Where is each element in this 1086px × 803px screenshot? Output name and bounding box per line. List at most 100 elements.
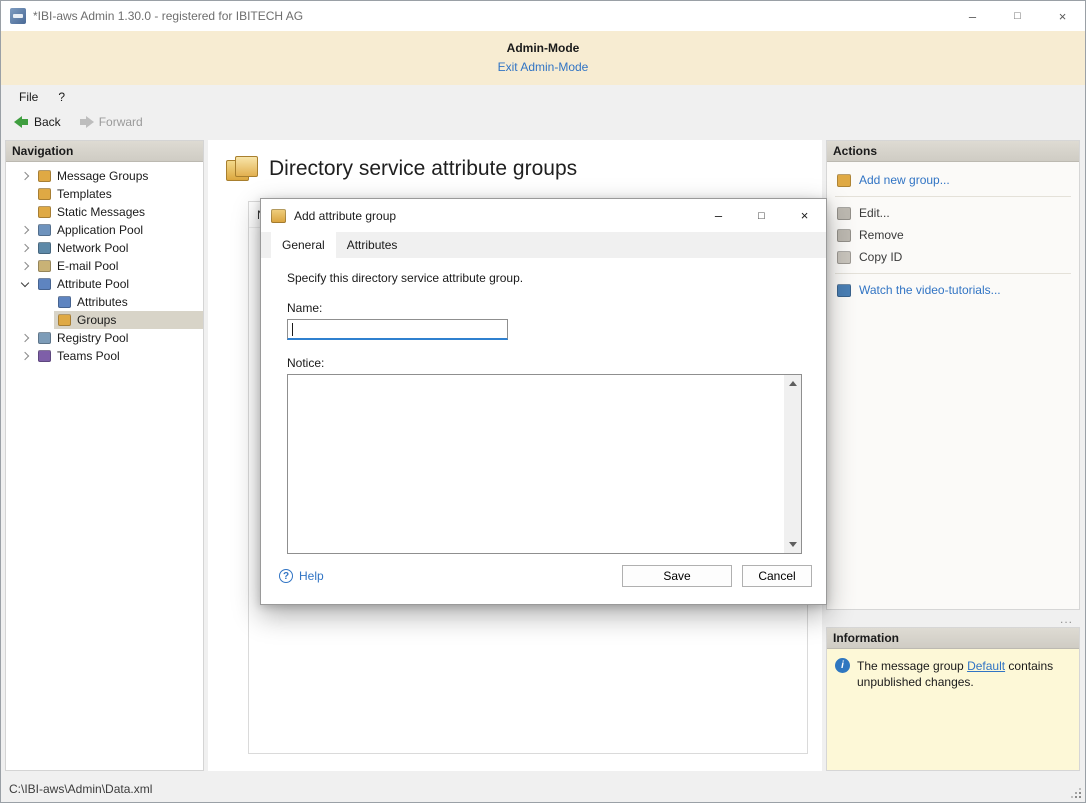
chevron-icon[interactable] xyxy=(16,329,34,347)
page-heading: Directory service attribute groups xyxy=(208,140,822,181)
information-panel: Information The message group Default co… xyxy=(826,627,1080,771)
title-bar: *IBI-aws Admin 1.30.0 - registered for I… xyxy=(1,1,1085,31)
nav-item-teams-pool[interactable]: Teams Pool xyxy=(6,347,203,365)
info-icon xyxy=(835,658,850,673)
attribute-groups-icon xyxy=(226,156,258,181)
add-group-icon xyxy=(837,174,851,187)
video-tutorials-icon xyxy=(837,284,851,297)
remove-icon xyxy=(837,229,851,242)
dialog-tabs: General Attributes xyxy=(261,232,826,258)
right-column: Actions Add new group... Edit... Remove … xyxy=(826,140,1080,771)
back-button[interactable]: Back xyxy=(14,115,61,129)
back-label: Back xyxy=(34,115,61,129)
window-title: *IBI-aws Admin 1.30.0 - registered for I… xyxy=(33,9,303,23)
minimize-button[interactable]: – xyxy=(950,1,995,31)
action-remove[interactable]: Remove xyxy=(827,224,1079,246)
application-pool-icon xyxy=(38,224,51,236)
network-pool-icon xyxy=(38,242,51,254)
nav-item-attribute-pool[interactable]: Attribute Pool xyxy=(6,275,203,293)
chevron-icon[interactable] xyxy=(16,347,34,365)
action-watch-the-video-tutorials[interactable]: Watch the video-tutorials... xyxy=(827,279,1079,301)
tree-item-label: Network Pool xyxy=(57,241,128,255)
info-text-before: The message group xyxy=(857,659,967,673)
navigation-tree: Message Groups Templates Static Messages… xyxy=(6,162,203,770)
close-button[interactable]: × xyxy=(1040,1,1085,31)
nav-item-e-mail-pool[interactable]: E-mail Pool xyxy=(6,257,203,275)
actions-panel: Actions Add new group... Edit... Remove … xyxy=(826,140,1080,610)
exit-admin-mode-link[interactable]: Exit Admin-Mode xyxy=(498,60,589,74)
app-window: *IBI-aws Admin 1.30.0 - registered for I… xyxy=(0,0,1086,803)
chevron-icon[interactable] xyxy=(16,239,34,257)
menu-help[interactable]: ? xyxy=(48,87,75,107)
nav-item-network-pool[interactable]: Network Pool xyxy=(6,239,203,257)
dialog-body: Specify this directory service attribute… xyxy=(261,258,826,556)
attribute-pool-icon xyxy=(38,278,51,290)
dialog-footer: Help Save Cancel xyxy=(261,556,826,604)
dialog-minimize-button[interactable]: – xyxy=(697,199,740,232)
chevron-icon[interactable] xyxy=(16,257,34,275)
admin-mode-banner: Admin-Mode Exit Admin-Mode xyxy=(1,31,1085,85)
nav-item-registry-pool[interactable]: Registry Pool xyxy=(6,329,203,347)
text-caret xyxy=(292,323,293,336)
scroll-up-icon[interactable] xyxy=(789,381,797,386)
information-body: The message group Default contains unpub… xyxy=(827,649,1079,770)
chevron-icon[interactable] xyxy=(16,221,34,239)
nav-item-message-groups[interactable]: Message Groups xyxy=(6,167,203,185)
notice-input-field[interactable] xyxy=(288,375,784,553)
tree-item-label: Attribute Pool xyxy=(57,277,129,291)
nav-item-application-pool[interactable]: Application Pool xyxy=(6,221,203,239)
menu-file[interactable]: File xyxy=(9,87,48,107)
cancel-button[interactable]: Cancel xyxy=(742,565,812,587)
tree-item-label: Message Groups xyxy=(57,169,148,183)
dialog-maximize-button[interactable]: □ xyxy=(740,199,783,232)
panel-splitter[interactable]: ... xyxy=(826,610,1080,627)
name-label: Name: xyxy=(287,301,800,315)
nav-item-templates[interactable]: Templates xyxy=(6,185,203,203)
action-copy-id[interactable]: Copy ID xyxy=(827,246,1079,268)
actions-separator xyxy=(835,196,1071,197)
tab-general[interactable]: General xyxy=(271,232,336,258)
action-item-label: Add new group... xyxy=(859,173,950,187)
save-button[interactable]: Save xyxy=(622,565,732,587)
scroll-down-icon[interactable] xyxy=(789,542,797,547)
action-add-new-group[interactable]: Add new group... xyxy=(827,169,1079,191)
notice-input[interactable] xyxy=(287,374,802,554)
chevron-icon[interactable] xyxy=(16,275,34,293)
maximize-button[interactable]: □ xyxy=(995,1,1040,31)
notice-label: Notice: xyxy=(287,356,800,370)
email-pool-icon xyxy=(38,260,51,272)
static-messages-icon xyxy=(38,206,51,218)
groups-icon xyxy=(58,314,71,326)
navigation-panel: Navigation Message Groups Templates Stat… xyxy=(5,140,204,771)
dialog-description: Specify this directory service attribute… xyxy=(287,271,800,285)
actions-separator xyxy=(835,273,1071,274)
resize-grip-icon[interactable] xyxy=(1070,787,1082,799)
name-input-field[interactable] xyxy=(288,320,507,338)
forward-button[interactable]: Forward xyxy=(79,115,143,129)
help-link[interactable]: Help xyxy=(279,569,324,583)
ibi-aws-app-icon xyxy=(10,8,26,24)
dialog-close-button[interactable]: × xyxy=(783,199,826,232)
information-header: Information xyxy=(827,628,1079,649)
attribute-group-icon xyxy=(271,209,286,223)
action-item-label: Watch the video-tutorials... xyxy=(859,283,1001,297)
dialog-title: Add attribute group xyxy=(294,209,396,223)
back-arrow-icon xyxy=(14,116,29,128)
tree-item-label: Attributes xyxy=(77,295,128,309)
nav-item-static-messages[interactable]: Static Messages xyxy=(6,203,203,221)
nav-item-groups[interactable]: Groups xyxy=(6,311,203,329)
actions-header: Actions xyxy=(827,141,1079,162)
name-input[interactable] xyxy=(287,319,508,340)
notice-scrollbar[interactable] xyxy=(784,375,801,553)
action-edit[interactable]: Edit... xyxy=(827,202,1079,224)
forward-arrow-icon xyxy=(79,116,94,128)
chevron-icon[interactable] xyxy=(16,167,34,185)
nav-item-attributes[interactable]: Attributes xyxy=(6,293,203,311)
tab-attributes[interactable]: Attributes xyxy=(336,232,409,258)
templates-icon xyxy=(38,188,51,200)
default-group-link[interactable]: Default xyxy=(967,659,1005,673)
navigation-header: Navigation xyxy=(6,141,203,162)
action-item-label: Edit... xyxy=(859,206,890,220)
tree-item-label: Static Messages xyxy=(57,205,145,219)
edit-icon xyxy=(837,207,851,220)
